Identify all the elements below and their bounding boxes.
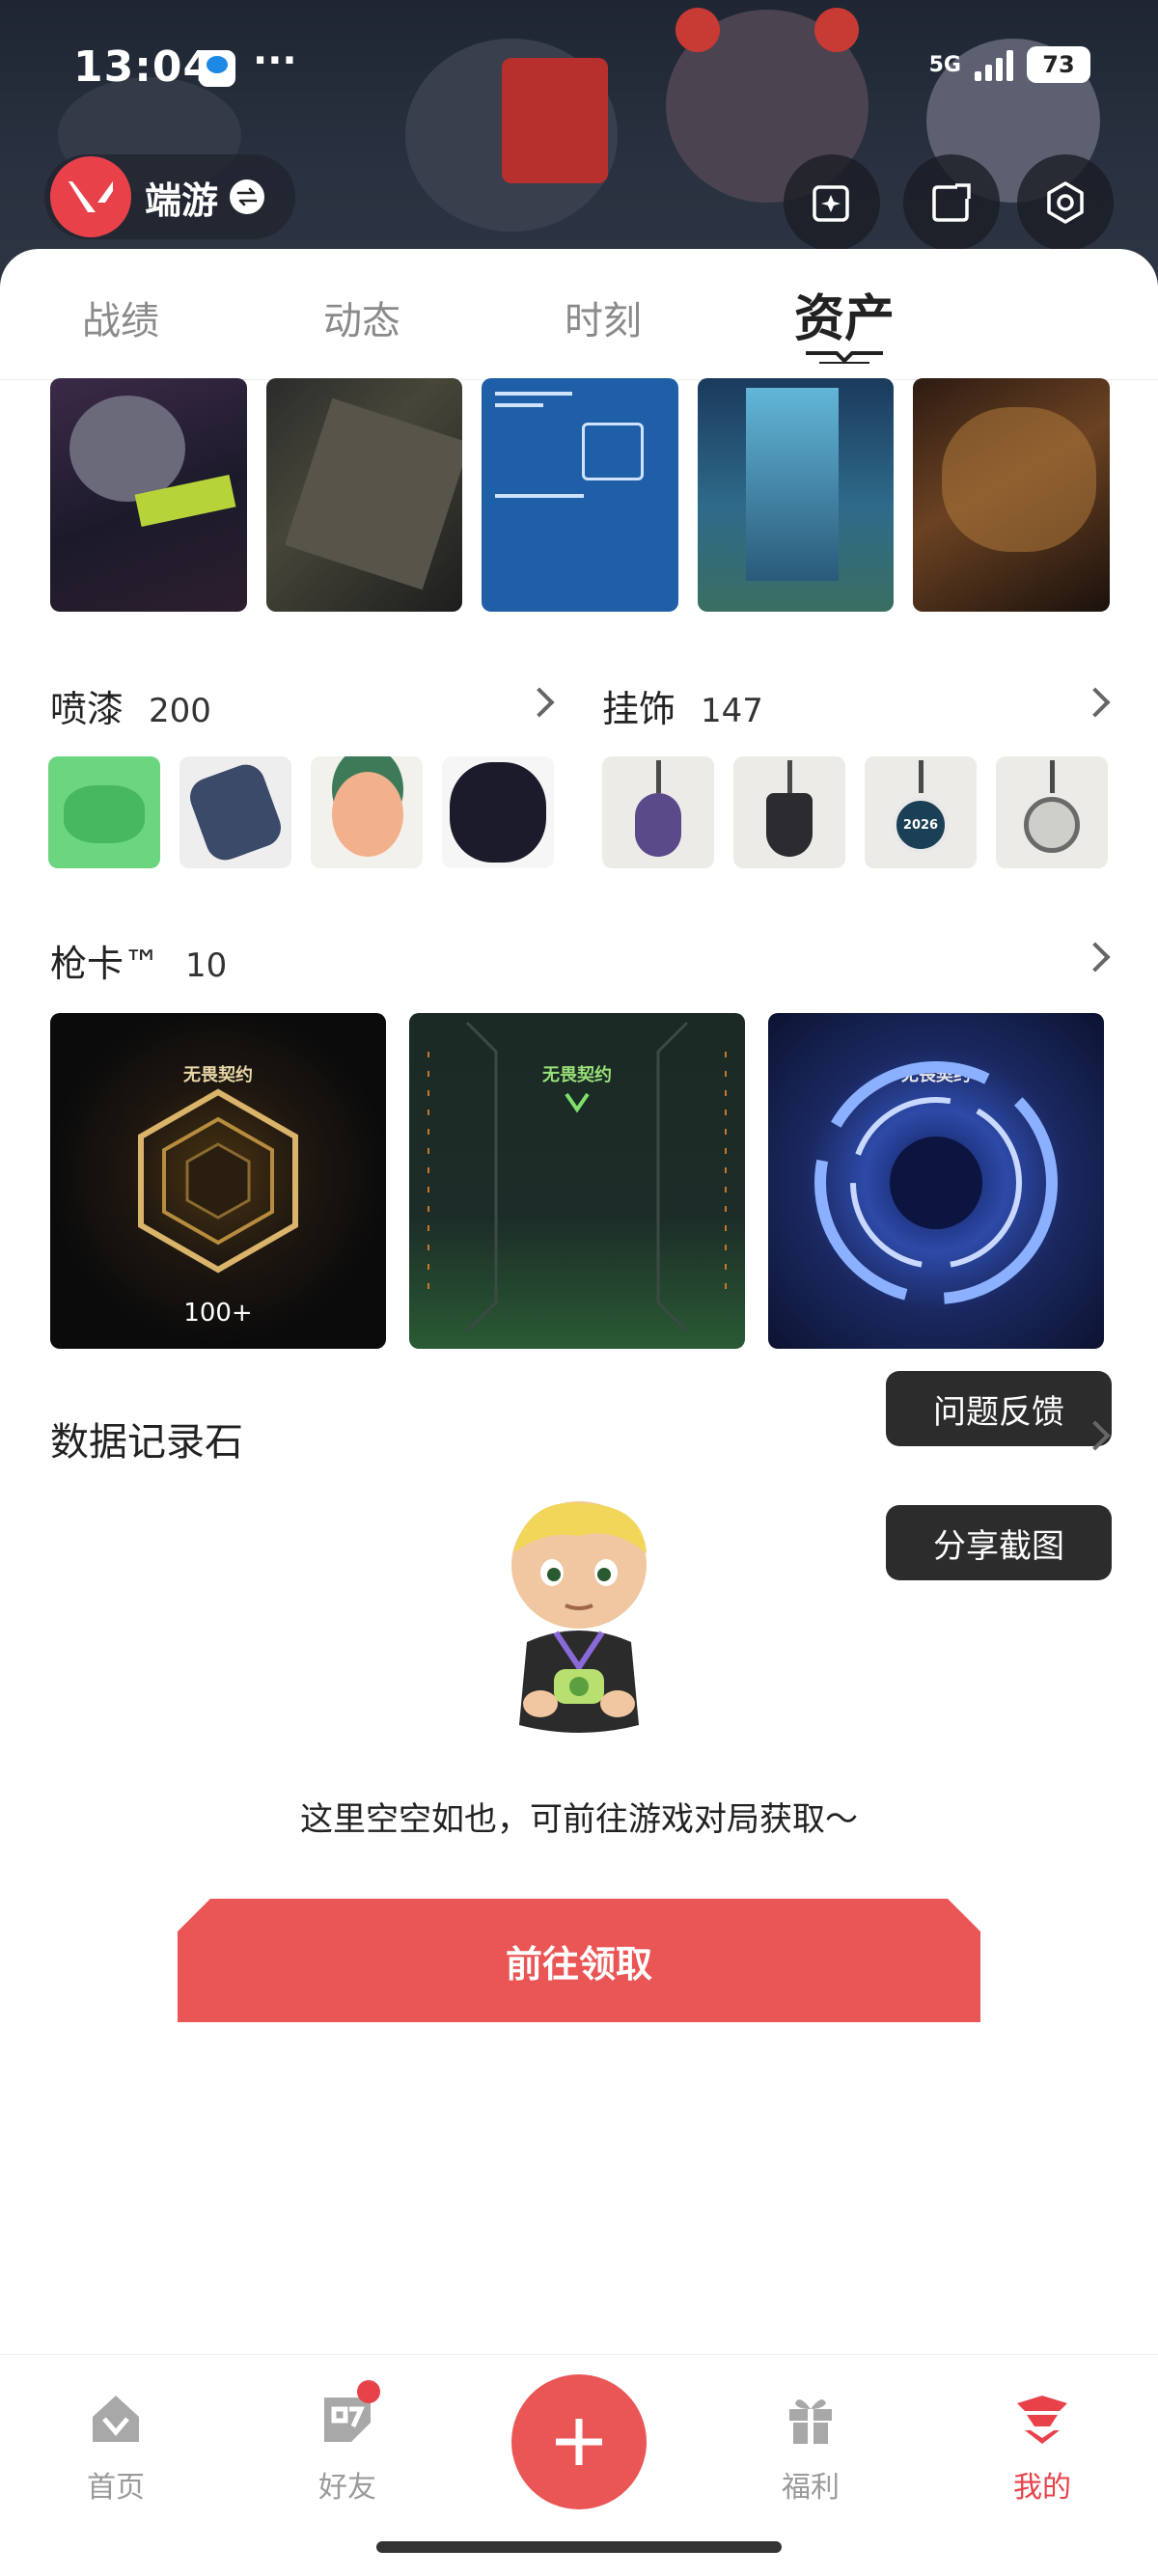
gun-cards-row: 无畏契约 100+ 无畏契约 无畏契约 (50, 1013, 1104, 1349)
create-post-fab[interactable] (511, 2374, 647, 2509)
nav-friends[interactable]: 好友 (270, 2380, 425, 2506)
status-time: 13:04 (73, 42, 214, 92)
sprays-row (48, 756, 554, 868)
account-switcher[interactable]: 端游 (44, 154, 295, 239)
sprays-title: 喷漆 (50, 688, 124, 730)
charm-medal-text: 2026 (902, 817, 939, 833)
game-logo-icon (50, 156, 131, 237)
post-button[interactable] (784, 154, 880, 251)
header-banner: 13:04 ··· 5G 73 端游 (0, 0, 1158, 289)
tab-assets[interactable]: 资产 (724, 249, 965, 379)
feedback-button[interactable]: 问题反馈 (886, 1371, 1112, 1446)
gift-icon (789, 2399, 832, 2444)
record-stone-title: 数据记录石 (50, 1420, 243, 1465)
gun-cards-header[interactable]: 枪卡™ 10 (50, 934, 227, 987)
nav-friends-label: 好友 (318, 2471, 376, 2505)
tab-bar: 战绩 动态 时刻 资产 (0, 249, 1158, 380)
gun-card[interactable]: 无畏契约 (768, 1013, 1104, 1349)
go-claim-button[interactable]: 前往领取 (178, 1899, 980, 2022)
spray-item[interactable] (48, 756, 160, 868)
nav-mine[interactable]: 我的 (965, 2388, 1119, 2506)
plus-icon (556, 2419, 602, 2465)
gun-card[interactable]: 无畏契约 (409, 1013, 745, 1349)
nav-benefits[interactable]: 福利 (733, 2388, 888, 2506)
tab-assets-label: 资产 (793, 290, 895, 348)
gun-card[interactable]: 无畏契约 100+ (50, 1013, 386, 1349)
tab-moments[interactable]: 时刻 (482, 249, 724, 379)
notification-dot (357, 2380, 380, 2403)
share-button[interactable] (903, 154, 1000, 251)
asset-thumbnail[interactable] (697, 378, 895, 612)
status-right-group: 5G 73 (929, 46, 1090, 83)
battery-indicator: 73 (1027, 46, 1090, 83)
mascot-illustration (511, 1501, 647, 1733)
gun-cards-title: 枪卡™ (50, 943, 161, 985)
hexagon-emblem (138, 1088, 298, 1274)
home-indicator[interactable] (376, 2541, 782, 2553)
nav-benefits-label: 福利 (782, 2471, 840, 2505)
tab-record[interactable]: 战绩 (0, 249, 241, 379)
nav-home-label: 首页 (87, 2471, 145, 2505)
charm-item[interactable] (602, 756, 714, 868)
charms-row: 2026 (602, 756, 1108, 868)
sprays-count: 200 (149, 692, 211, 730)
asset-placeholder-icon (581, 423, 644, 480)
portal-rings-art (814, 1061, 1058, 1304)
swap-icon (230, 179, 265, 214)
network-type: 5G (928, 52, 961, 77)
charms-count: 147 (701, 692, 763, 730)
spray-item[interactable] (179, 756, 291, 868)
account-name: 端游 (145, 178, 219, 222)
gear-icon (1047, 181, 1084, 224)
asset-thumbnail[interactable] (482, 378, 678, 612)
nav-mine-label: 我的 (1013, 2471, 1071, 2505)
empty-state-text: 这里空空如也，可前往游戏对局获取～ (300, 1800, 858, 1839)
nav-home[interactable]: 首页 (39, 2388, 193, 2506)
asset-thumbnail-row (50, 378, 1110, 612)
valorant-v-icon (427, 1021, 727, 1333)
spray-item[interactable] (442, 756, 554, 868)
share-card-icon (932, 183, 971, 222)
sprays-header[interactable]: 喷漆 200 (50, 679, 211, 732)
gun-cards-count: 10 (185, 946, 228, 985)
profile-agent-icon (1017, 2396, 1067, 2444)
notification-app-icon (199, 50, 235, 87)
sparkle-edit-icon (813, 185, 849, 222)
charms-title: 挂饰 (602, 688, 676, 730)
spray-item[interactable] (311, 756, 423, 868)
tab-active-indicator (806, 351, 883, 364)
gun-card-brand: 无畏契约 (183, 1065, 253, 1085)
charm-item[interactable] (996, 756, 1108, 868)
charm-item[interactable]: 2026 (865, 756, 977, 868)
share-screenshot-button[interactable]: 分享截图 (886, 1505, 1112, 1580)
charm-item[interactable] (733, 756, 845, 868)
tab-feed[interactable]: 动态 (241, 249, 482, 379)
app-root: 13:04 ··· 5G 73 端游 战绩 动态 时刻 资产 喷漆 200 挂饰… (0, 0, 1158, 2576)
status-bar: 13:04 ··· 5G 73 (0, 0, 1158, 135)
asset-thumbnail[interactable] (50, 378, 247, 612)
status-more-dots: ··· (253, 39, 297, 83)
home-icon (93, 2396, 139, 2442)
settings-button[interactable] (1017, 154, 1114, 251)
asset-thumbnail[interactable] (913, 378, 1110, 612)
charm-medal: 2026 (893, 797, 949, 853)
gun-card-count: 100+ (183, 1299, 253, 1328)
signal-icon (975, 48, 1013, 81)
charms-header[interactable]: 挂饰 147 (602, 679, 763, 732)
asset-thumbnail[interactable] (265, 378, 463, 612)
